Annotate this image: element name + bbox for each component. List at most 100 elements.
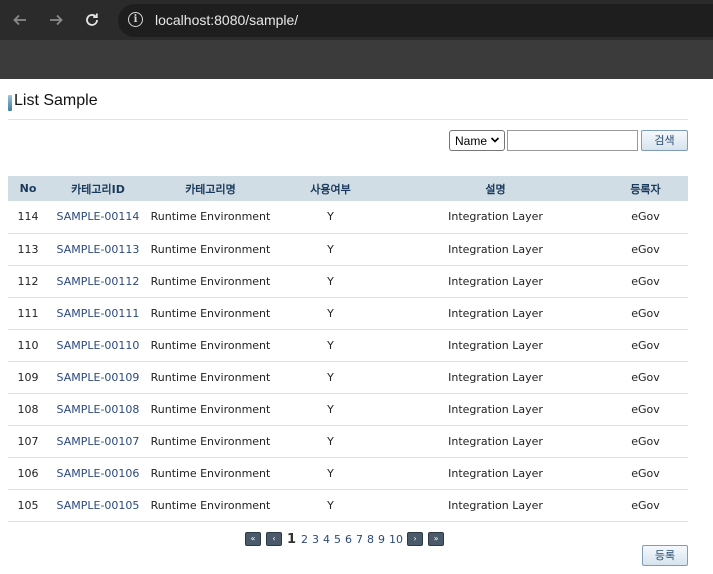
cell-use-yn: Y: [327, 402, 334, 416]
column-header-use-yn: 사용여부: [310, 182, 351, 196]
cell-use-yn: Y: [327, 338, 334, 352]
cell-use-yn: Y: [327, 466, 334, 480]
table-row[interactable]: 114 SAMPLE-00114 Runtime Environment Y I…: [8, 201, 688, 233]
cell-no: 111: [17, 306, 39, 320]
cell-registrant: eGov: [631, 274, 660, 288]
table-row[interactable]: 108 SAMPLE-00108 Runtime Environment Y I…: [8, 393, 688, 425]
cell-category-name: Runtime Environment: [150, 338, 271, 352]
cell-no: 108: [17, 402, 39, 416]
cell-category-id-link[interactable]: SAMPLE-00108: [48, 393, 148, 425]
browser-toolbar: i localhost:8080/sample/: [0, 0, 713, 40]
cell-category-name: Runtime Environment: [150, 370, 271, 384]
page-link-9[interactable]: 9: [378, 533, 385, 546]
cell-category-name: Runtime Environment: [150, 434, 271, 448]
table-row[interactable]: 110 SAMPLE-00110 Runtime Environment Y I…: [8, 329, 688, 361]
cell-no: 106: [17, 466, 39, 480]
register-button[interactable]: 등록: [642, 545, 688, 566]
cell-no: 110: [17, 338, 39, 352]
search-button[interactable]: 검색: [641, 130, 688, 151]
cell-use-yn: Y: [327, 370, 334, 384]
cell-registrant: eGov: [631, 338, 660, 352]
reload-icon: [86, 13, 98, 26]
cell-no: 112: [17, 274, 39, 288]
table-row[interactable]: 112 SAMPLE-00112 Runtime Environment Y I…: [8, 265, 688, 297]
cell-use-yn: Y: [327, 274, 334, 288]
cell-registrant: eGov: [631, 402, 660, 416]
cell-category-id-link[interactable]: SAMPLE-00106: [48, 457, 148, 489]
cell-registrant: eGov: [631, 466, 660, 480]
prev-page-icon[interactable]: ‹: [266, 532, 282, 546]
page-link-6[interactable]: 6: [345, 533, 352, 546]
cell-use-yn: Y: [327, 434, 334, 448]
cell-description: Integration Layer: [448, 210, 543, 224]
table-row[interactable]: 111 SAMPLE-00111 Runtime Environment Y I…: [8, 297, 688, 329]
url-text: localhost:8080/sample/: [155, 12, 299, 28]
cell-category-id-link[interactable]: SAMPLE-00110: [48, 329, 148, 361]
cell-description: Integration Layer: [448, 338, 543, 352]
column-header-no: No: [19, 182, 37, 195]
page-link-4[interactable]: 4: [323, 533, 330, 546]
next-page-icon[interactable]: ›: [407, 532, 424, 546]
column-header-registrant: 등록자: [630, 182, 661, 196]
cell-use-yn: Y: [327, 306, 334, 320]
cell-use-yn: Y: [327, 498, 334, 512]
cell-category-name: Runtime Environment: [150, 242, 271, 256]
cell-use-yn: Y: [327, 210, 334, 224]
column-header-category-id: 카테고리ID: [71, 182, 125, 196]
cell-category-id-link[interactable]: SAMPLE-00114: [48, 201, 148, 233]
search-condition-select[interactable]: Name: [449, 130, 505, 151]
cell-description: Integration Layer: [448, 402, 543, 416]
cell-category-id-link[interactable]: SAMPLE-00107: [48, 425, 148, 457]
column-header-description: 설명: [485, 182, 506, 196]
title-marker-icon: [8, 95, 12, 111]
chevron-down-icon: [490, 133, 500, 150]
address-bar[interactable]: i localhost:8080/sample/: [118, 4, 713, 37]
cell-category-name: Runtime Environment: [150, 274, 271, 288]
reload-button[interactable]: [79, 7, 105, 33]
cell-no: 114: [17, 210, 39, 224]
page-link-5[interactable]: 5: [334, 533, 341, 546]
title-bar: List Sample: [8, 92, 688, 120]
cell-category-name: Runtime Environment: [150, 498, 271, 512]
table-row[interactable]: 106 SAMPLE-00106 Runtime Environment Y I…: [8, 457, 688, 489]
cell-description: Integration Layer: [448, 242, 543, 256]
cell-registrant: eGov: [631, 306, 660, 320]
search-condition-value: Name: [455, 134, 488, 148]
last-page-icon[interactable]: »: [428, 532, 445, 546]
page-link-2[interactable]: 2: [301, 533, 308, 546]
page-link-10[interactable]: 10: [389, 533, 403, 546]
cell-category-name: Runtime Environment: [150, 402, 271, 416]
cell-description: Integration Layer: [448, 370, 543, 384]
column-header-category-name: 카테고리명: [185, 182, 236, 196]
table-row[interactable]: 113 SAMPLE-00113 Runtime Environment Y I…: [8, 233, 688, 265]
back-button[interactable]: [7, 7, 33, 33]
cell-use-yn: Y: [327, 242, 334, 256]
cell-description: Integration Layer: [448, 434, 543, 448]
first-page-icon[interactable]: «: [245, 532, 261, 546]
cell-category-id-link[interactable]: SAMPLE-00112: [48, 265, 148, 297]
cell-category-id-link[interactable]: SAMPLE-00109: [48, 361, 148, 393]
page-link-7[interactable]: 7: [356, 533, 363, 546]
forward-button[interactable]: [43, 7, 69, 33]
cell-category-id-link[interactable]: SAMPLE-00105: [48, 489, 148, 521]
cell-registrant: eGov: [631, 210, 660, 224]
cell-category-id-link[interactable]: SAMPLE-00113: [48, 233, 148, 265]
cell-category-name: Runtime Environment: [150, 466, 271, 480]
cell-registrant: eGov: [631, 370, 660, 384]
page-link-8[interactable]: 8: [367, 533, 374, 546]
info-icon[interactable]: i: [128, 12, 143, 27]
cell-description: Integration Layer: [448, 274, 543, 288]
cell-description: Integration Layer: [448, 466, 543, 480]
table-row[interactable]: 109 SAMPLE-00109 Runtime Environment Y I…: [8, 361, 688, 393]
cell-no: 113: [17, 242, 39, 256]
page-link-3[interactable]: 3: [312, 533, 319, 546]
search-input[interactable]: [507, 130, 638, 151]
browser-chrome: i localhost:8080/sample/: [0, 0, 713, 79]
cell-no: 105: [17, 498, 39, 512]
arrow-left-icon: [13, 14, 26, 26]
table-row[interactable]: 105 SAMPLE-00105 Runtime Environment Y I…: [8, 489, 688, 521]
cell-category-id-link[interactable]: SAMPLE-00111: [48, 297, 148, 329]
cell-description: Integration Layer: [448, 306, 543, 320]
table-row[interactable]: 107 SAMPLE-00107 Runtime Environment Y I…: [8, 425, 688, 457]
arrow-right-icon: [50, 14, 63, 26]
